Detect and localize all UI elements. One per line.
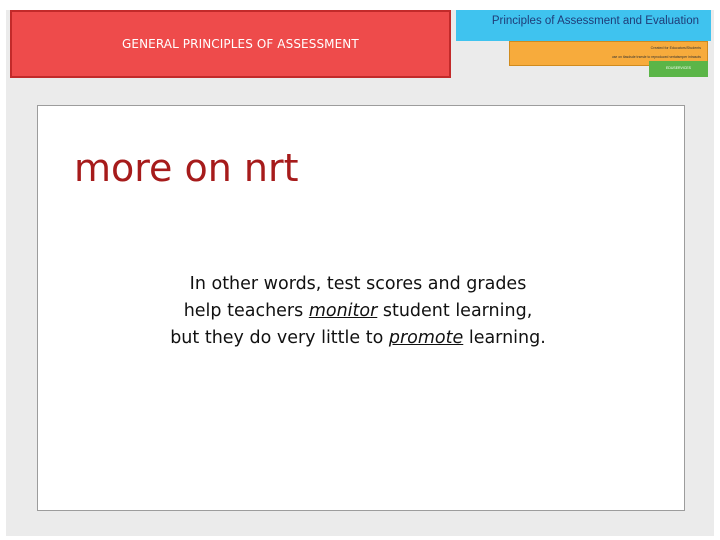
body-line-1: In other words, test scores and grades [189, 274, 527, 294]
slide-body-text: In other words, test scores and grades h… [138, 271, 578, 352]
slide-heading: more on nrt [74, 146, 299, 190]
body-line-2: help teachers monitor student learning, [183, 301, 533, 321]
section-title: GENERAL PRINCIPLES OF ASSESSMENT [122, 37, 359, 51]
emphasis-monitor: monitor [308, 301, 378, 321]
course-title-bar: Principles of Assessment and Evaluation [456, 10, 711, 41]
publisher-tag-text: EDUSERVICES [665, 66, 692, 70]
slide-content-card: more on nrt In other words, test scores … [37, 105, 685, 511]
emphasis-promote: promote [388, 328, 464, 348]
credits-line-2: use on tlasdsde trsesle to reproduced ve… [611, 55, 701, 59]
credits-line-1: Created for Educators/Students [650, 46, 701, 50]
course-title: Principles of Assessment and Evaluation [491, 15, 699, 27]
publisher-tag: EDUSERVICES [649, 61, 708, 77]
section-banner: GENERAL PRINCIPLES OF ASSESSMENT [10, 10, 451, 78]
body-line-3: but they do very little to promote learn… [170, 328, 546, 348]
